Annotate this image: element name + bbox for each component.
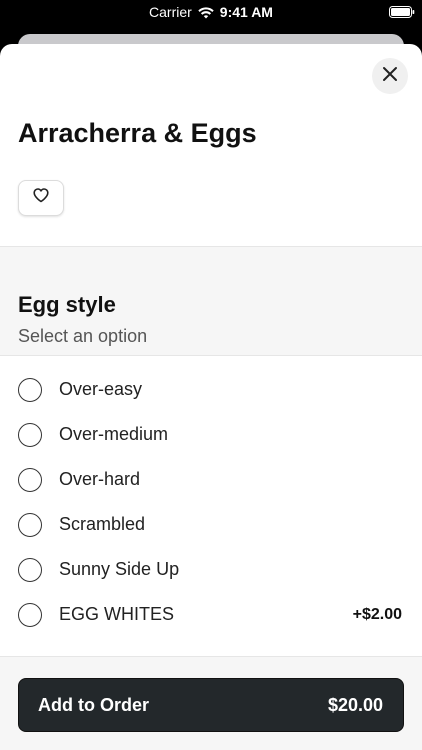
option-over-medium[interactable]: Over-medium: [0, 412, 422, 457]
option-scrambled[interactable]: Scrambled: [0, 502, 422, 547]
add-to-order-button[interactable]: Add to Order $20.00: [18, 678, 404, 732]
option-label: Over-medium: [59, 424, 169, 444]
wifi-icon: [198, 6, 214, 19]
favorite-button[interactable]: [18, 180, 64, 216]
status-bar: Carrier 9:41 AM: [0, 0, 422, 26]
status-center: Carrier 9:41 AM: [0, 4, 422, 20]
section-top-divider: [0, 246, 422, 247]
radio-button[interactable]: [18, 602, 42, 627]
time-label: 9:41 AM: [219, 4, 273, 20]
carrier-label: Carrier: [149, 4, 192, 20]
option-price: +$2.00: [352, 605, 402, 623]
option-sunny-side-up[interactable]: Sunny Side Up: [0, 547, 422, 592]
item-title: Arracherra & Eggs: [18, 118, 257, 148]
bottom-divider: [0, 656, 422, 657]
radio-button[interactable]: [18, 377, 42, 402]
modifier-section-header: Egg style Select an option: [0, 246, 422, 356]
option-label: Sunny Side Up: [59, 559, 180, 579]
close-icon: [382, 66, 398, 87]
heart-icon: [33, 188, 49, 208]
close-button[interactable]: [372, 58, 408, 94]
option-over-easy[interactable]: Over-easy: [0, 367, 422, 412]
radio-button[interactable]: [18, 422, 42, 447]
modifier-group-subtitle: Select an option: [18, 326, 148, 346]
radio-button[interactable]: [18, 512, 42, 537]
modifier-group-title: Egg style: [18, 292, 116, 317]
option-egg-whites[interactable]: EGG WHITES +$2.00: [0, 592, 422, 637]
radio-button[interactable]: [18, 467, 42, 492]
item-detail-sheet: Arracherra & Eggs Egg style Select an op…: [0, 44, 422, 750]
screen: Carrier 9:41 AM Arracherra & Eggs Egg st…: [0, 0, 422, 750]
option-over-hard[interactable]: Over-hard: [0, 457, 422, 502]
option-label: Over-easy: [59, 379, 143, 399]
order-total-price: $20.00: [327, 695, 383, 715]
option-label: EGG WHITES: [59, 604, 175, 624]
option-label: Scrambled: [59, 514, 146, 534]
battery-icon: [389, 5, 415, 18]
radio-button[interactable]: [18, 557, 42, 582]
option-label: Over-hard: [59, 469, 141, 489]
add-to-order-label: Add to Order: [38, 695, 149, 715]
option-list: Over-easy Over-medium Over-hard Scramble…: [0, 367, 422, 637]
section-bottom-divider: [0, 355, 422, 356]
